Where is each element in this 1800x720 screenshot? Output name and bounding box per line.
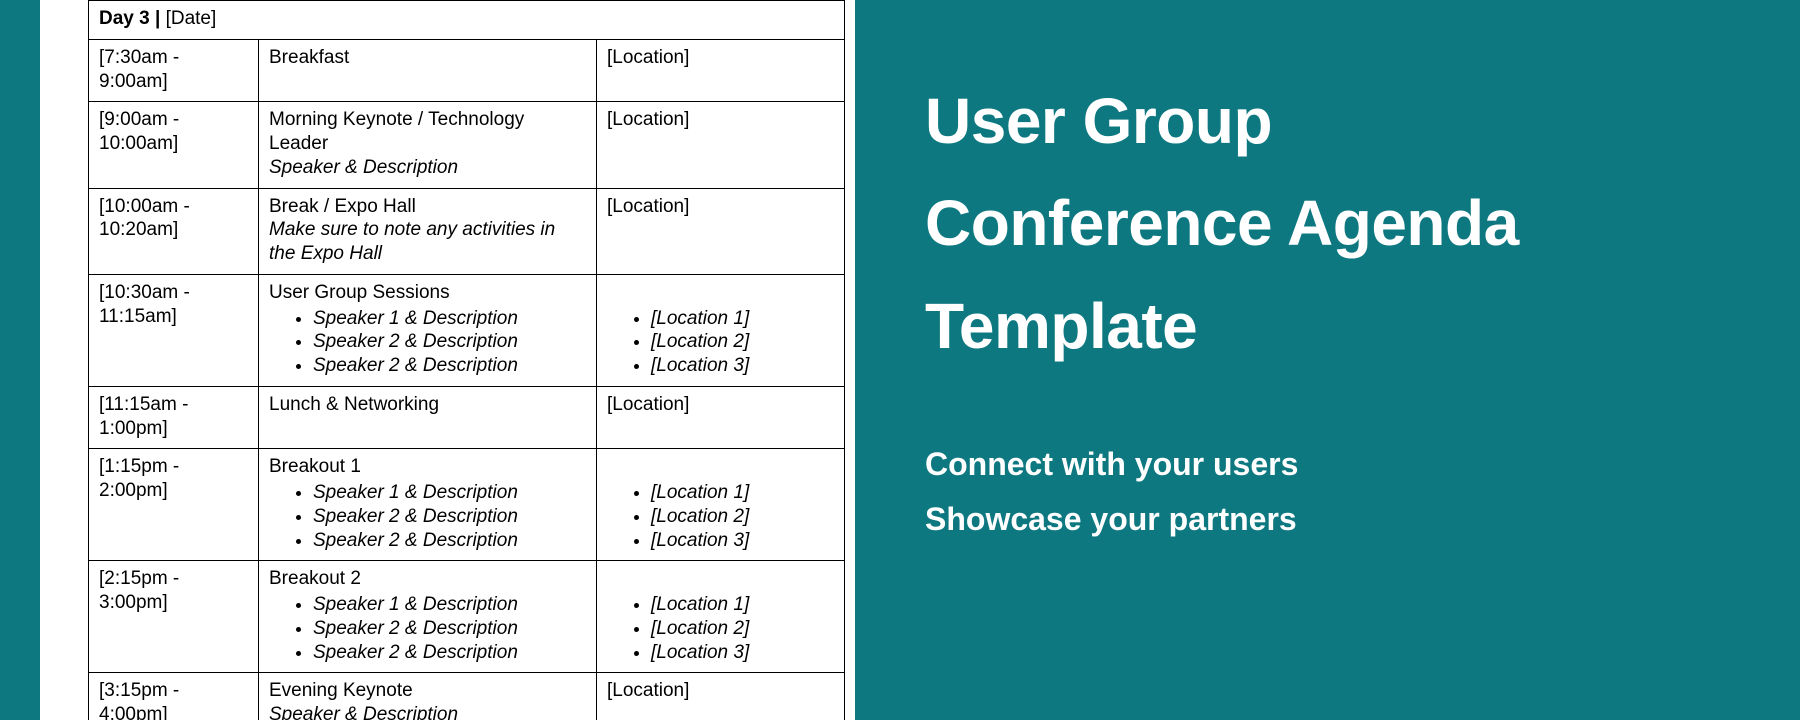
location-cell: [Location]: [597, 39, 845, 102]
agenda-row: [3:15pm - 4:00pm]Evening KeynoteSpeaker …: [89, 673, 845, 720]
location-spacer: [607, 567, 834, 591]
location-item: [Location 3]: [651, 354, 834, 378]
session-title: User Group Sessions: [269, 281, 586, 305]
description-cell: Morning Keynote / Technology LeaderSpeak…: [259, 102, 597, 188]
speaker-list: Speaker 1 & DescriptionSpeaker 2 & Descr…: [269, 593, 586, 664]
time-cell: [3:15pm - 4:00pm]: [89, 673, 259, 720]
promo-title-line: User Group: [925, 70, 1740, 172]
location-cell: [Location]: [597, 673, 845, 720]
time-cell: [7:30am - 9:00am]: [89, 39, 259, 102]
speaker-item: Speaker 2 & Description: [313, 641, 586, 665]
location-list: [Location 1][Location 2][Location 3]: [607, 481, 834, 552]
location-cell: [Location 1][Location 2][Location 3]: [597, 274, 845, 386]
location-item: [Location 1]: [651, 593, 834, 617]
day-header: Day 3 | [Date]: [89, 1, 845, 40]
location-spacer: [607, 455, 834, 479]
session-title: Evening Keynote: [269, 679, 586, 703]
location-cell: [Location]: [597, 386, 845, 449]
agenda-table: Day 3 | [Date][7:30am - 9:00am]Breakfast…: [88, 0, 845, 720]
description-cell: Break / Expo HallMake sure to note any a…: [259, 188, 597, 274]
session-note: Speaker & Description: [269, 156, 586, 180]
time-cell: [9:00am - 10:00am]: [89, 102, 259, 188]
location-spacer: [607, 281, 834, 305]
agenda-row: [1:15pm - 2:00pm]Breakout 1Speaker 1 & D…: [89, 449, 845, 561]
time-cell: [2:15pm - 3:00pm]: [89, 561, 259, 673]
location-text: [Location]: [607, 393, 834, 417]
document-panel: Day 3 | [Date][7:30am - 9:00am]Breakfast…: [40, 0, 855, 720]
description-cell: Breakout 1Speaker 1 & DescriptionSpeaker…: [259, 449, 597, 561]
time-cell: [10:30am - 11:15am]: [89, 274, 259, 386]
time-cell: [11:15am - 1:00pm]: [89, 386, 259, 449]
speaker-item: Speaker 2 & Description: [313, 505, 586, 529]
location-cell: [Location 1][Location 2][Location 3]: [597, 449, 845, 561]
session-title: Breakfast: [269, 46, 586, 70]
description-cell: Breakfast: [259, 39, 597, 102]
location-list: [Location 1][Location 2][Location 3]: [607, 593, 834, 664]
promo-sub-line: Connect with your users: [925, 437, 1740, 491]
speaker-list: Speaker 1 & DescriptionSpeaker 2 & Descr…: [269, 481, 586, 552]
speaker-list: Speaker 1 & DescriptionSpeaker 2 & Descr…: [269, 307, 586, 378]
promo-title-line: Template: [925, 275, 1740, 377]
location-text: [Location]: [607, 195, 834, 219]
session-title: Breakout 1: [269, 455, 586, 479]
agenda-row: [10:00am - 10:20am]Break / Expo HallMake…: [89, 188, 845, 274]
location-text: [Location]: [607, 679, 834, 703]
description-cell: Breakout 2Speaker 1 & DescriptionSpeaker…: [259, 561, 597, 673]
location-item: [Location 3]: [651, 529, 834, 553]
agenda-row: [2:15pm - 3:00pm]Breakout 2Speaker 1 & D…: [89, 561, 845, 673]
location-text: [Location]: [607, 108, 834, 132]
promo-title: User Group Conference Agenda Template: [925, 70, 1740, 377]
session-title: Break / Expo Hall: [269, 195, 586, 219]
session-note: Make sure to note any activities in the …: [269, 218, 586, 266]
speaker-item: Speaker 1 & Description: [313, 593, 586, 617]
day-date: [Date]: [166, 8, 217, 29]
location-item: [Location 2]: [651, 505, 834, 529]
location-item: [Location 1]: [651, 481, 834, 505]
location-item: [Location 2]: [651, 617, 834, 641]
speaker-item: Speaker 1 & Description: [313, 481, 586, 505]
session-title: Morning Keynote / Technology Leader: [269, 108, 586, 156]
location-item: [Location 1]: [651, 307, 834, 331]
promo-title-line: Conference Agenda: [925, 172, 1740, 274]
speaker-item: Speaker 2 & Description: [313, 529, 586, 553]
session-title: Lunch & Networking: [269, 393, 586, 417]
location-item: [Location 2]: [651, 330, 834, 354]
location-list: [Location 1][Location 2][Location 3]: [607, 307, 834, 378]
speaker-item: Speaker 1 & Description: [313, 307, 586, 331]
speaker-item: Speaker 2 & Description: [313, 617, 586, 641]
time-cell: [10:00am - 10:20am]: [89, 188, 259, 274]
location-text: [Location]: [607, 46, 834, 70]
session-title: Breakout 2: [269, 567, 586, 591]
speaker-item: Speaker 2 & Description: [313, 330, 586, 354]
location-item: [Location 3]: [651, 641, 834, 665]
description-cell: User Group SessionsSpeaker 1 & Descripti…: [259, 274, 597, 386]
location-cell: [Location]: [597, 102, 845, 188]
promo-panel: User Group Conference Agenda Template Co…: [855, 0, 1800, 720]
location-cell: [Location]: [597, 188, 845, 274]
speaker-item: Speaker 2 & Description: [313, 354, 586, 378]
session-note: Speaker & Description: [269, 703, 586, 720]
agenda-row: [9:00am - 10:00am]Morning Keynote / Tech…: [89, 102, 845, 188]
agenda-row: [10:30am - 11:15am]User Group SessionsSp…: [89, 274, 845, 386]
description-cell: Evening KeynoteSpeaker & Description: [259, 673, 597, 720]
promo-subtitle: Connect with your users Showcase your pa…: [925, 437, 1740, 546]
time-cell: [1:15pm - 2:00pm]: [89, 449, 259, 561]
agenda-row: [11:15am - 1:00pm] Lunch & Networking [Loc…: [89, 386, 845, 449]
day-label: Day 3 |: [99, 8, 166, 29]
location-cell: [Location 1][Location 2][Location 3]: [597, 561, 845, 673]
description-cell: Lunch & Networking: [259, 386, 597, 449]
promo-sub-line: Showcase your partners: [925, 492, 1740, 546]
agenda-row: [7:30am - 9:00am] Breakfast [Location]: [89, 39, 845, 102]
